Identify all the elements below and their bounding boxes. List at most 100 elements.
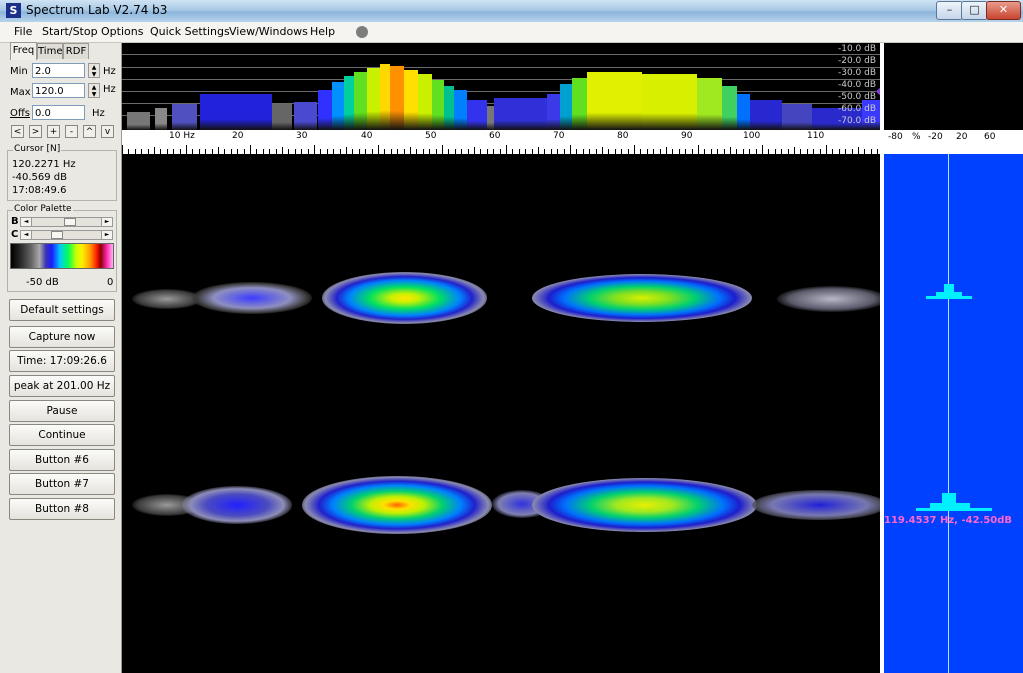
max-spin-arrows[interactable]: ▲ ▼: [88, 83, 100, 98]
tab-rdf[interactable]: RDF: [63, 43, 89, 59]
spectrum-bar: [155, 108, 167, 130]
min-freq-input[interactable]: 2.0: [32, 63, 85, 78]
peak-button[interactable]: peak at 201.00 Hz: [9, 375, 115, 397]
tab-freq[interactable]: Freq: [10, 42, 37, 60]
min-unit: Hz: [103, 66, 116, 77]
signal-spike: [944, 284, 954, 292]
frequency-tick: [666, 147, 667, 154]
close-button[interactable]: ✕: [986, 1, 1021, 20]
grid-line: [122, 67, 880, 68]
continue-button[interactable]: Continue: [9, 424, 115, 446]
offs-unit: Hz: [92, 108, 105, 119]
menu-help[interactable]: Help: [310, 25, 335, 38]
spectrum-bar: [332, 82, 344, 130]
freq-label: 110: [807, 131, 825, 141]
slider-left-arrow-icon[interactable]: ◄: [21, 231, 32, 239]
frequency-tick: [442, 145, 443, 154]
side-scale-label: -20: [928, 132, 943, 142]
scale-down-button[interactable]: v: [101, 125, 114, 138]
grid-line: [122, 54, 880, 55]
waterfall-display[interactable]: [122, 154, 880, 673]
slider-right-arrow-icon[interactable]: ►: [101, 218, 112, 226]
zoom-out-button[interactable]: -: [65, 125, 78, 138]
spectrum-bar: [494, 98, 547, 130]
freq-label: 30: [296, 131, 308, 141]
time-button[interactable]: Time: 17:09:26.6: [9, 350, 115, 372]
spectrum-bar: [467, 100, 487, 130]
spectrum-bar: [560, 84, 572, 130]
db-label: -30.0 dB: [838, 68, 877, 78]
offset-input[interactable]: 0.0: [32, 105, 85, 120]
scale-up-button[interactable]: ^: [83, 125, 96, 138]
side-scope-display[interactable]: [884, 154, 1023, 673]
contrast-slider[interactable]: ◄ ►: [20, 230, 113, 240]
freq-label: 70: [553, 131, 565, 141]
slider-right-arrow-icon[interactable]: ►: [101, 231, 112, 239]
menu-options[interactable]: Options: [101, 25, 143, 38]
default-settings-button[interactable]: Default settings: [9, 299, 115, 321]
button-8[interactable]: Button #8: [9, 498, 115, 520]
min-label: Min: [10, 66, 28, 77]
slider-left-arrow-icon[interactable]: ◄: [21, 218, 32, 226]
palette-max-label: 0: [107, 277, 114, 288]
signal-spike: [916, 508, 992, 511]
frequency-tick: [794, 147, 795, 154]
spectrum-bar: [642, 74, 697, 130]
frequency-tick: [154, 147, 155, 154]
frequency-tick: [346, 147, 347, 154]
offs-label: Offs: [10, 108, 30, 119]
frequency-tick: [122, 145, 123, 154]
spectrum-bar: [200, 94, 272, 130]
center-line: [948, 154, 949, 673]
spectrum-bar: [697, 78, 722, 130]
scroll-right-button[interactable]: >: [29, 125, 42, 138]
max-freq-input[interactable]: 120.0: [32, 83, 85, 98]
frequency-tick: [218, 147, 219, 154]
control-panel: Freq Time RDF Min 2.0 ▲ ▼ Hz Max 120.0 ▲ ▼…: [0, 42, 122, 673]
menu-quick-settings[interactable]: Quick Settings: [150, 25, 230, 38]
signal-trace: [182, 486, 292, 524]
frequency-tick: [282, 147, 283, 154]
tab-time[interactable]: Time: [37, 43, 63, 59]
brightness-label: B: [11, 216, 19, 227]
db-label: -10.0 dB: [838, 44, 877, 54]
capture-now-button[interactable]: Capture now: [9, 326, 115, 348]
signal-spike: [936, 292, 962, 296]
button-7[interactable]: Button #7: [9, 473, 115, 495]
side-scale-label: 20: [956, 132, 968, 142]
button-6[interactable]: Button #6: [9, 449, 115, 471]
window-title: Spectrum Lab V2.74 b3: [26, 3, 168, 17]
brightness-slider[interactable]: ◄ ►: [20, 217, 113, 227]
spectrum-bar: [272, 104, 292, 130]
freq-label: 40: [361, 131, 373, 141]
menu-file[interactable]: File: [14, 25, 32, 38]
signal-trace: [532, 274, 752, 322]
frequency-tick: [186, 145, 187, 154]
maximize-button[interactable]: □: [961, 1, 988, 20]
side-scale-label: 60: [984, 132, 996, 142]
color-palette-bar[interactable]: [10, 243, 114, 269]
contrast-thumb[interactable]: [51, 231, 63, 239]
menu-view-windows[interactable]: View/Windows: [229, 25, 308, 38]
spectrum-bar: [487, 106, 494, 130]
minimize-button[interactable]: –: [936, 1, 963, 20]
spectrum-bar: [318, 90, 332, 130]
frequency-tick: [474, 147, 475, 154]
frequency-scale[interactable]: 10 Hz 20 30 40 50 60 70 80 90 100 110: [122, 130, 880, 154]
freq-label: 90: [681, 131, 693, 141]
signal-spike: [930, 503, 970, 508]
menu-start-stop[interactable]: Start/Stop: [42, 25, 98, 38]
signal-trace: [302, 476, 492, 534]
brightness-thumb[interactable]: [64, 218, 76, 226]
side-scale[interactable]: -80 % -20 20 60: [884, 130, 1023, 154]
app-icon[interactable]: S: [6, 3, 21, 18]
pause-button[interactable]: Pause: [9, 400, 115, 422]
title-bar[interactable]: S Spectrum Lab V2.74 b3 – □ ✕: [0, 0, 1023, 22]
zoom-in-button[interactable]: +: [47, 125, 60, 138]
scroll-left-button[interactable]: <: [11, 125, 24, 138]
signal-trace: [192, 282, 312, 314]
spectrum-graph[interactable]: -10.0 dB -20.0 dB -30.0 dB -40.0 dB -50.…: [122, 43, 880, 130]
spectrum-bar: [454, 90, 467, 130]
app-window: S Spectrum Lab V2.74 b3 – □ ✕ File Start…: [0, 0, 1023, 673]
min-spin-arrows[interactable]: ▲ ▼: [88, 63, 100, 78]
